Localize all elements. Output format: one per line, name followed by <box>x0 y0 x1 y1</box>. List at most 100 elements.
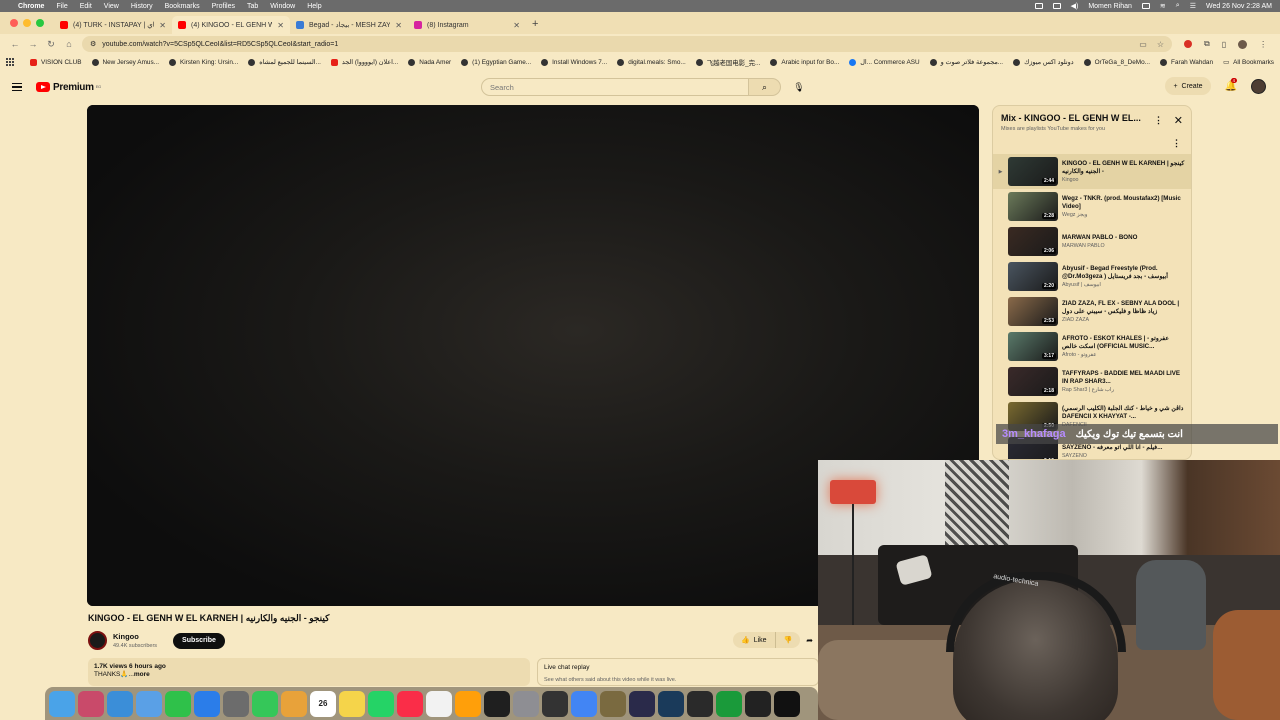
bookmark-item[interactable]: (1) Egyptian Game... <box>457 58 535 67</box>
minimize-window-button[interactable] <box>23 19 31 27</box>
playlist-thumbnail[interactable]: 2:28 <box>1008 192 1058 221</box>
menu-hamburger-icon[interactable] <box>12 82 22 92</box>
notes-icon[interactable] <box>339 690 365 717</box>
close-window-button[interactable] <box>10 19 18 27</box>
bookmark-item[interactable]: السينما للجميع لمشاه... <box>244 58 325 67</box>
reminders-icon[interactable] <box>426 690 452 717</box>
zoom-window-button[interactable] <box>36 19 44 27</box>
finder-folder-icon[interactable] <box>600 690 626 717</box>
bookmark-item[interactable]: OrTeGa_8_DeMo... <box>1080 58 1154 67</box>
bookmark-item[interactable]: Nada Amer <box>404 58 455 67</box>
bookmark-item[interactable]: مجموعة فلاتر صوت و... <box>926 58 1007 67</box>
menu-view[interactable]: View <box>104 3 119 10</box>
playlist-thumbnail[interactable]: 2:20 <box>1008 262 1058 291</box>
bookmark-item[interactable]: digital.meals: Smo... <box>613 58 690 67</box>
create-button[interactable]: + Create <box>1165 77 1211 95</box>
playlist-item[interactable]: 2:53 ZIAD ZAZA, FL EX - SEBNY ALA DOOL | … <box>993 294 1191 329</box>
profile-avatar-icon[interactable] <box>1238 39 1248 49</box>
whatsapp-icon[interactable] <box>368 690 394 717</box>
appstore-icon[interactable] <box>194 690 220 717</box>
sidepanel-icon[interactable]: ▯ <box>1222 40 1226 49</box>
bookmark-star-icon[interactable]: ☆ <box>1157 40 1164 49</box>
menu-window[interactable]: Window <box>270 3 295 10</box>
wifi-icon[interactable]: ≋ <box>1160 2 1166 10</box>
cast-icon[interactable]: ▭ <box>1139 40 1147 49</box>
launchpad-icon[interactable] <box>78 690 104 717</box>
menu-bookmarks[interactable]: Bookmarks <box>165 3 200 10</box>
record-extension-icon[interactable] <box>1184 40 1192 48</box>
safari-icon[interactable] <box>107 690 133 717</box>
app-icon-3[interactable] <box>629 690 655 717</box>
bookmark-item[interactable]: Farah Wahdan <box>1156 58 1217 67</box>
bookmark-item[interactable]: دونلود اكس ميوزك <box>1009 58 1078 67</box>
home-icon[interactable]: ⌂ <box>60 39 78 49</box>
channel-avatar[interactable] <box>88 631 107 650</box>
browser-tab[interactable]: (8) Instagram ✕ <box>408 16 526 34</box>
settings-icon[interactable] <box>513 690 539 717</box>
search-input[interactable]: Search <box>481 78 749 96</box>
control-center-icon[interactable]: ☰ <box>1190 2 1196 10</box>
finder-icon[interactable] <box>49 690 75 717</box>
close-icon[interactable]: ✕ <box>1174 114 1183 127</box>
browser-tab-active[interactable]: (4) KINGOO - EL GENH W EL ✕ <box>172 16 290 34</box>
playlist-item[interactable]: 2:20 Abyusif - Begad Freestyle (Prod. @Dr… <box>993 259 1191 294</box>
menu-help[interactable]: Help <box>307 3 321 10</box>
bookmark-item[interactable]: 飞越老国电影_完... <box>692 58 765 67</box>
playlist-thumbnail[interactable]: 2:44 <box>1008 157 1058 186</box>
obs-icon[interactable] <box>687 690 713 717</box>
live-chat-replay-panel[interactable]: Live chat replay See what others said ab… <box>537 658 819 686</box>
playlist-menu-icon[interactable]: ⋮ <box>1172 138 1181 149</box>
reload-icon[interactable]: ↻ <box>42 39 60 50</box>
app-icon[interactable] <box>223 690 249 717</box>
browser-tab[interactable]: (4) TURK - INSTAPAY | إنستاباي ✕ <box>54 16 172 34</box>
extensions-icon[interactable]: ⧉ <box>1204 39 1210 49</box>
app-icon-2[interactable] <box>542 690 568 717</box>
dislike-button[interactable]: 👎 <box>775 632 801 648</box>
mail-icon[interactable] <box>136 690 162 717</box>
youtube-premium-logo[interactable]: Premium EG <box>36 82 101 93</box>
bookmark-item[interactable]: Arabic input for Bo... <box>766 58 843 67</box>
tab-close-icon[interactable]: ✕ <box>513 21 520 30</box>
playlist-thumbnail[interactable]: 3:17 <box>1008 332 1058 361</box>
playlist-thumbnail[interactable]: 2:18 <box>1008 367 1058 396</box>
playlist-thumbnail[interactable]: 2:53 <box>1008 297 1058 326</box>
app-icon-6[interactable] <box>745 690 771 717</box>
site-info-icon[interactable]: ⚙ <box>90 40 96 48</box>
playlist-item[interactable]: 2:18 TAFFYRAPS - BADDIE MEL MAADI LIVE IN… <box>993 364 1191 399</box>
voice-search-button[interactable]: 🎙 <box>790 78 808 96</box>
calendar-icon[interactable]: 26 <box>310 690 336 717</box>
menu-edit[interactable]: Edit <box>80 3 92 10</box>
bookmark-item[interactable]: Install Windows 7... <box>537 58 611 67</box>
bookmark-item[interactable]: ال... Commerce ASU <box>845 58 923 67</box>
search-button[interactable]: ⌕ <box>749 78 781 96</box>
chrome-menu-icon[interactable]: ⋮ <box>1259 40 1267 49</box>
notifications-button[interactable]: 🔔 4 <box>1225 77 1238 92</box>
pages-icon[interactable] <box>455 690 481 717</box>
menu-file[interactable]: File <box>56 3 67 10</box>
app-icon-4[interactable] <box>658 690 684 717</box>
more-options-icon[interactable]: ⋮ <box>1154 115 1163 126</box>
app-icon-5[interactable] <box>716 690 742 717</box>
messages-icon[interactable] <box>165 690 191 717</box>
playlist-item[interactable]: 2:28 Wegz - TNKR. (prod. Moustafax2) [Mus… <box>993 189 1191 224</box>
app-icon-7[interactable] <box>774 690 800 717</box>
apps-grid-icon[interactable] <box>6 58 14 66</box>
back-icon[interactable]: ← <box>6 39 24 49</box>
share-icon[interactable]: ➦ <box>806 636 813 645</box>
bookmark-item[interactable]: Kirsten King: Ursin... <box>165 58 242 67</box>
browser-tab[interactable]: Begad - بيجاد - MESH ZAY ZA ✕ <box>290 16 408 34</box>
menu-app-name[interactable]: Chrome <box>18 3 44 10</box>
window-icon[interactable] <box>1052 3 1061 9</box>
battery-icon[interactable] <box>1141 3 1150 9</box>
playlist-thumbnail[interactable]: 2:06 <box>1008 227 1058 256</box>
menubar-clock[interactable]: Wed 26 Nov 2:28 AM <box>1206 3 1272 10</box>
new-tab-button[interactable]: + <box>532 18 538 30</box>
speaker-icon[interactable]: ◀) <box>1071 2 1079 10</box>
bookmark-item[interactable]: VISION CLUB <box>26 58 86 67</box>
music-icon[interactable] <box>397 690 423 717</box>
playlist-item[interactable]: 2:06 MARWAN PABLO - BONO MARWAN PABLO <box>993 224 1191 259</box>
account-avatar[interactable] <box>1251 78 1266 94</box>
like-button[interactable]: 👍 Like <box>733 632 776 648</box>
tab-close-icon[interactable]: ✕ <box>277 21 284 30</box>
search-spotlight-icon[interactable]: ⌕ <box>1176 2 1180 10</box>
